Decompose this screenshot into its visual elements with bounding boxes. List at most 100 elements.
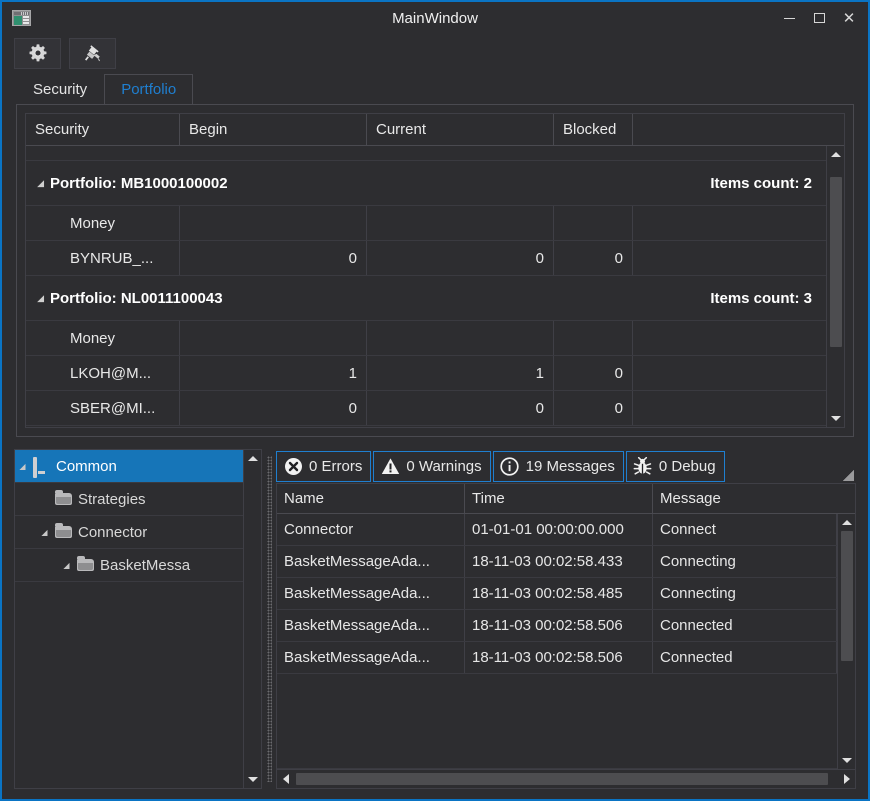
monitor-icon	[30, 459, 52, 473]
scroll-left-button[interactable]	[277, 774, 294, 784]
table-row[interactable]: LKOH@M... 1 1 0	[26, 356, 826, 391]
window-app-icon	[12, 10, 31, 26]
tab-portfolio[interactable]: Portfolio	[104, 74, 193, 104]
tab-security[interactable]: Security	[16, 74, 104, 104]
tree-item-label: BasketMessa	[96, 557, 190, 574]
scroll-track[interactable]	[838, 531, 855, 752]
column-header-name[interactable]: Name	[277, 484, 465, 513]
expand-arrow-icon[interactable]: ◢	[15, 462, 30, 471]
maximize-button[interactable]	[804, 5, 834, 31]
cell-filler	[633, 321, 826, 355]
collapse-arrow-icon[interactable]: ◢	[26, 178, 50, 189]
cell-message: Connected	[653, 642, 837, 673]
cell-current: 0	[367, 391, 554, 425]
expand-arrow-icon[interactable]: ◢	[59, 561, 74, 570]
scroll-down-button[interactable]	[244, 771, 261, 788]
portfolio-panel: Security Begin Current Blocked ◢ Portfol…	[16, 104, 854, 437]
log-resize-grip[interactable]	[842, 469, 854, 481]
scroll-track[interactable]	[827, 163, 844, 410]
scroll-down-button[interactable]	[827, 410, 844, 427]
log-vertical-scrollbar[interactable]	[837, 514, 855, 769]
portfolio-grid: Security Begin Current Blocked ◢ Portfol…	[25, 113, 845, 428]
errors-filter[interactable]: 0 Errors	[276, 451, 371, 482]
connect-button[interactable]	[69, 38, 116, 69]
table-row[interactable]: Connector 01-01-01 00:00:00.000 Connect	[277, 514, 837, 546]
cell-name: BasketMessageAda...	[277, 642, 465, 673]
group-items-count: Items count: 3	[710, 290, 826, 307]
column-header-blocked[interactable]: Blocked	[554, 114, 633, 145]
cell-begin: 0	[180, 241, 367, 275]
log-horizontal-scrollbar[interactable]	[276, 770, 856, 789]
scroll-up-button[interactable]	[838, 514, 855, 531]
column-header-begin[interactable]: Begin	[180, 114, 367, 145]
collapse-arrow-icon[interactable]: ◢	[26, 293, 50, 304]
expand-arrow-icon[interactable]: ◢	[37, 528, 52, 537]
table-row[interactable]: SBER@MI... 0 0 0	[26, 391, 826, 426]
portfolio-vertical-scrollbar[interactable]	[826, 146, 844, 427]
scroll-thumb[interactable]	[296, 773, 828, 785]
group-items-count: Items count: 2	[710, 175, 826, 192]
triangle-down-icon	[842, 758, 852, 763]
tree-item-strategies[interactable]: ◢ Strategies	[15, 483, 243, 516]
cell-time: 18-11-03 00:02:58.506	[465, 642, 653, 673]
cell-blocked	[554, 206, 633, 240]
close-button[interactable]: ✕	[834, 5, 864, 31]
main-window: MainWindow ✕ Security Portfolio	[0, 0, 870, 801]
tree-item-label: Strategies	[74, 491, 146, 508]
tree-item-common[interactable]: ◢ Common	[15, 450, 243, 483]
scroll-right-button[interactable]	[838, 774, 855, 784]
group-title: Portfolio: MB1000100002	[50, 175, 228, 192]
debug-filter[interactable]: 0 Debug	[626, 451, 725, 482]
tree-vertical-scrollbar[interactable]	[243, 450, 261, 788]
column-header-security[interactable]: Security	[26, 114, 180, 145]
minimize-button[interactable]	[774, 5, 804, 31]
cell-blocked: 0	[554, 391, 633, 425]
column-header-current[interactable]: Current	[367, 114, 554, 145]
triangle-up-icon	[831, 152, 841, 157]
cell-time: 18-11-03 00:02:58.485	[465, 578, 653, 609]
log-grid: Name Time Message Connector 01-01-01 00:…	[276, 483, 856, 770]
cell-current	[367, 321, 554, 355]
log-grid-body: Connector 01-01-01 00:00:00.000 Connect …	[277, 514, 855, 769]
minimize-icon	[784, 18, 795, 19]
settings-button[interactable]	[14, 38, 61, 69]
cell-security: LKOH@M...	[26, 356, 180, 390]
table-row[interactable]: BasketMessageAda... 18-11-03 00:02:58.43…	[277, 546, 837, 578]
scroll-up-button[interactable]	[827, 146, 844, 163]
scroll-down-button[interactable]	[838, 752, 855, 769]
warnings-filter[interactable]: 0 Warnings	[373, 451, 490, 482]
splitter-grip[interactable]	[267, 456, 272, 782]
cell-begin	[180, 321, 367, 355]
cell-filler	[633, 206, 826, 240]
folder-icon	[52, 493, 74, 505]
tab-portfolio-label: Portfolio	[121, 81, 176, 98]
portfolio-grid-body: ◢ Portfolio: MB1000100002 Items count: 2…	[26, 146, 844, 427]
scroll-up-button[interactable]	[244, 450, 261, 467]
column-header-message[interactable]: Message	[653, 484, 855, 513]
title-bar[interactable]: MainWindow ✕	[2, 2, 868, 34]
group-row[interactable]: ◢ Portfolio: MB1000100002 Items count: 2	[26, 161, 826, 206]
column-header-filler[interactable]	[633, 114, 844, 145]
table-row[interactable]: Money	[26, 206, 826, 241]
table-row[interactable]: BasketMessageAda... 18-11-03 00:02:58.50…	[277, 642, 837, 674]
scroll-track[interactable]	[244, 467, 261, 771]
group-row[interactable]: ◢ Portfolio: NL0011100043 Items count: 3	[26, 276, 826, 321]
table-row[interactable]: Money	[26, 321, 826, 356]
tree-item-connector[interactable]: ◢ Connector	[15, 516, 243, 549]
cell-security: Money	[26, 206, 180, 240]
scroll-track[interactable]	[294, 770, 838, 788]
table-row[interactable]: BasketMessageAda... 18-11-03 00:02:58.48…	[277, 578, 837, 610]
tree-item-label: Connector	[74, 524, 147, 541]
cell-blocked: 0	[554, 356, 633, 390]
scroll-thumb[interactable]	[830, 177, 842, 347]
scroll-thumb[interactable]	[841, 531, 853, 661]
cell-name: BasketMessageAda...	[277, 578, 465, 609]
table-row[interactable]: BYNRUB_... 0 0 0	[26, 241, 826, 276]
messages-filter[interactable]: 19 Messages	[493, 451, 624, 482]
triangle-left-icon	[283, 774, 289, 784]
warning-triangle-icon	[380, 456, 400, 476]
table-row[interactable]: BasketMessageAda... 18-11-03 00:02:58.50…	[277, 610, 837, 642]
column-header-time[interactable]: Time	[465, 484, 653, 513]
tree-item-basketmessage[interactable]: ◢ BasketMessa	[15, 549, 243, 582]
panel-splitter[interactable]	[262, 449, 276, 789]
